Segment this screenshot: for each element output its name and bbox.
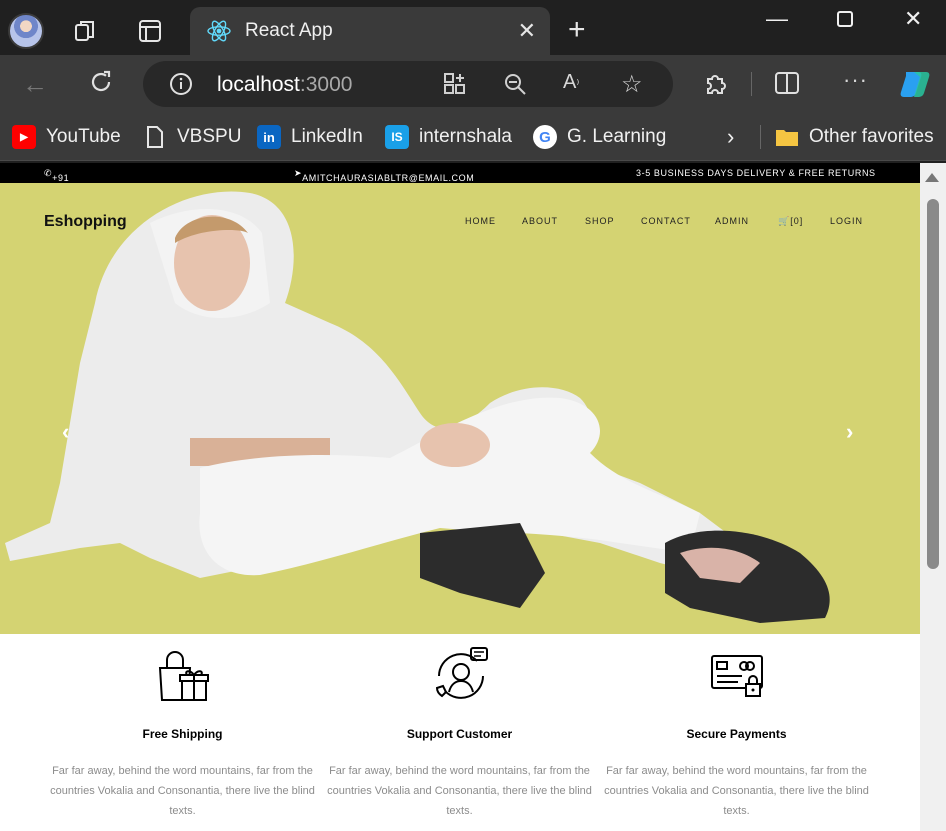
url-box[interactable]: localhost:3000 A⁾ ☆ — [143, 61, 673, 107]
bookmark-label: LinkedIn — [291, 126, 363, 147]
scroll-up-icon[interactable] — [925, 173, 939, 182]
favorites-bar: ▶ YouTube VBSPU in LinkedIn IS internsha… — [0, 113, 946, 161]
feature-free-shipping: Free Shipping Far far away, behind the w… — [44, 634, 321, 831]
browser-tab[interactable]: React App ✕ — [190, 7, 550, 55]
features-section: Free Shipping Far far away, behind the w… — [0, 634, 920, 831]
app-available-icon[interactable] — [443, 72, 467, 101]
feature-title: Free Shipping — [142, 727, 223, 741]
page-viewport: ✆ +91 8858113691 ➤ AMITCHAURASIABLTR@EMA… — [0, 163, 920, 831]
bookmark-label: internshala — [419, 126, 512, 147]
close-window-icon[interactable]: ✕ — [904, 6, 922, 32]
hero-carousel: Eshopping HOME ABOUT SHOP CONTACT ADMIN … — [0, 183, 920, 634]
new-tab-icon[interactable]: + — [568, 15, 586, 45]
cart-icon: 🛒 — [778, 216, 791, 226]
feature-secure-payments: Secure Payments Far far away, behind the… — [598, 634, 875, 831]
delivery-info: 3-5 BUSINESS DAYS DELIVERY & FREE RETURN… — [636, 168, 876, 178]
brand-logo[interactable]: Eshopping — [44, 213, 127, 231]
tab-actions-icon[interactable] — [136, 17, 164, 45]
toolbar-divider — [751, 72, 752, 96]
google-icon: G — [533, 125, 557, 149]
feature-text: Far far away, behind the word mountains,… — [327, 765, 592, 817]
scroll-thumb[interactable] — [927, 199, 939, 569]
refresh-icon[interactable] — [88, 69, 114, 100]
nav-contact[interactable]: CONTACT — [641, 216, 691, 226]
bookmark-label: VBSPU — [177, 126, 242, 147]
extensions-icon[interactable] — [703, 70, 729, 101]
react-icon — [207, 20, 231, 42]
linkedin-icon: in — [257, 125, 281, 149]
favorites-divider — [760, 125, 761, 149]
chevron-right-icon[interactable]: › — [727, 123, 734, 151]
carousel-next-icon[interactable]: › — [846, 419, 853, 445]
copilot-icon[interactable] — [898, 66, 934, 107]
nav-login[interactable]: LOGIN — [830, 216, 863, 226]
nav-cart[interactable]: 🛒[0] — [778, 216, 803, 227]
phone-info: ✆ +91 8858113691 — [44, 168, 107, 193]
workspaces-icon[interactable] — [72, 17, 100, 45]
secure-card-icon — [711, 655, 763, 697]
tab-title: React App — [245, 20, 333, 41]
profile-avatar[interactable] — [8, 13, 44, 49]
shopping-bag-gift-icon — [158, 651, 209, 701]
other-favorites-label: Other favorites — [809, 126, 934, 147]
browser-tab-bar: React App ✕ + — ✕ — [0, 0, 946, 55]
bookmark-youtube[interactable]: ▶ YouTube — [12, 123, 121, 151]
page-scrollbar[interactable] — [920, 163, 946, 831]
folder-icon — [775, 125, 799, 149]
address-bar-row: ← localhost:3000 A⁾ ☆ ··· — [0, 55, 946, 113]
info-icon[interactable] — [169, 72, 193, 101]
minimize-icon[interactable]: — — [766, 6, 788, 32]
cart-count: [0] — [790, 216, 804, 226]
bookmark-label: G. Learning — [567, 126, 667, 147]
bookmark-linkedin[interactable]: in LinkedIn — [257, 123, 363, 151]
bookmark-vbspu[interactable]: VBSPU — [143, 123, 241, 151]
back-icon[interactable]: ← — [22, 69, 48, 100]
nav-home[interactable]: HOME — [465, 216, 496, 226]
more-options-icon[interactable]: ··· — [843, 67, 868, 93]
youtube-icon: ▶ — [12, 125, 36, 149]
top-info-bar: ✆ +91 8858113691 ➤ AMITCHAURASIABLTR@EMA… — [0, 163, 920, 193]
feature-support-customer: Support Customer Far far away, behind th… — [321, 634, 598, 831]
favorite-star-icon[interactable]: ☆ — [621, 70, 643, 99]
feature-title: Secure Payments — [686, 727, 787, 741]
feature-text: Far far away, behind the word mountains,… — [50, 765, 315, 817]
page-icon — [143, 125, 167, 149]
split-screen-icon[interactable] — [774, 70, 800, 101]
read-aloud-icon[interactable]: A⁾ — [563, 71, 579, 94]
feature-text: Far far away, behind the word mountains,… — [604, 765, 869, 817]
bookmark-g-learning[interactable]: G G. Learning — [533, 123, 666, 151]
maximize-icon[interactable] — [836, 8, 854, 34]
other-favorites[interactable]: Other favorites — [775, 123, 934, 151]
nav-admin[interactable]: ADMIN — [715, 216, 749, 226]
feature-title: Support Customer — [406, 727, 513, 741]
carousel-prev-icon[interactable]: ‹ — [62, 419, 69, 445]
email-info: ➤ AMITCHAURASIABLTR@EMAIL.COM — [294, 168, 475, 183]
hero-model-image — [5, 191, 830, 623]
customer-support-icon — [435, 647, 488, 699]
url-text[interactable]: localhost:3000 — [217, 73, 352, 97]
nav-shop[interactable]: SHOP — [585, 216, 615, 226]
bookmark-label: YouTube — [46, 126, 121, 147]
nav-about[interactable]: ABOUT — [522, 216, 558, 226]
internshala-icon: IS — [385, 125, 409, 149]
close-tab-icon[interactable]: ✕ — [518, 18, 536, 44]
bookmark-internshala[interactable]: IS internshala — [385, 123, 512, 151]
zoom-out-icon[interactable] — [503, 72, 527, 101]
